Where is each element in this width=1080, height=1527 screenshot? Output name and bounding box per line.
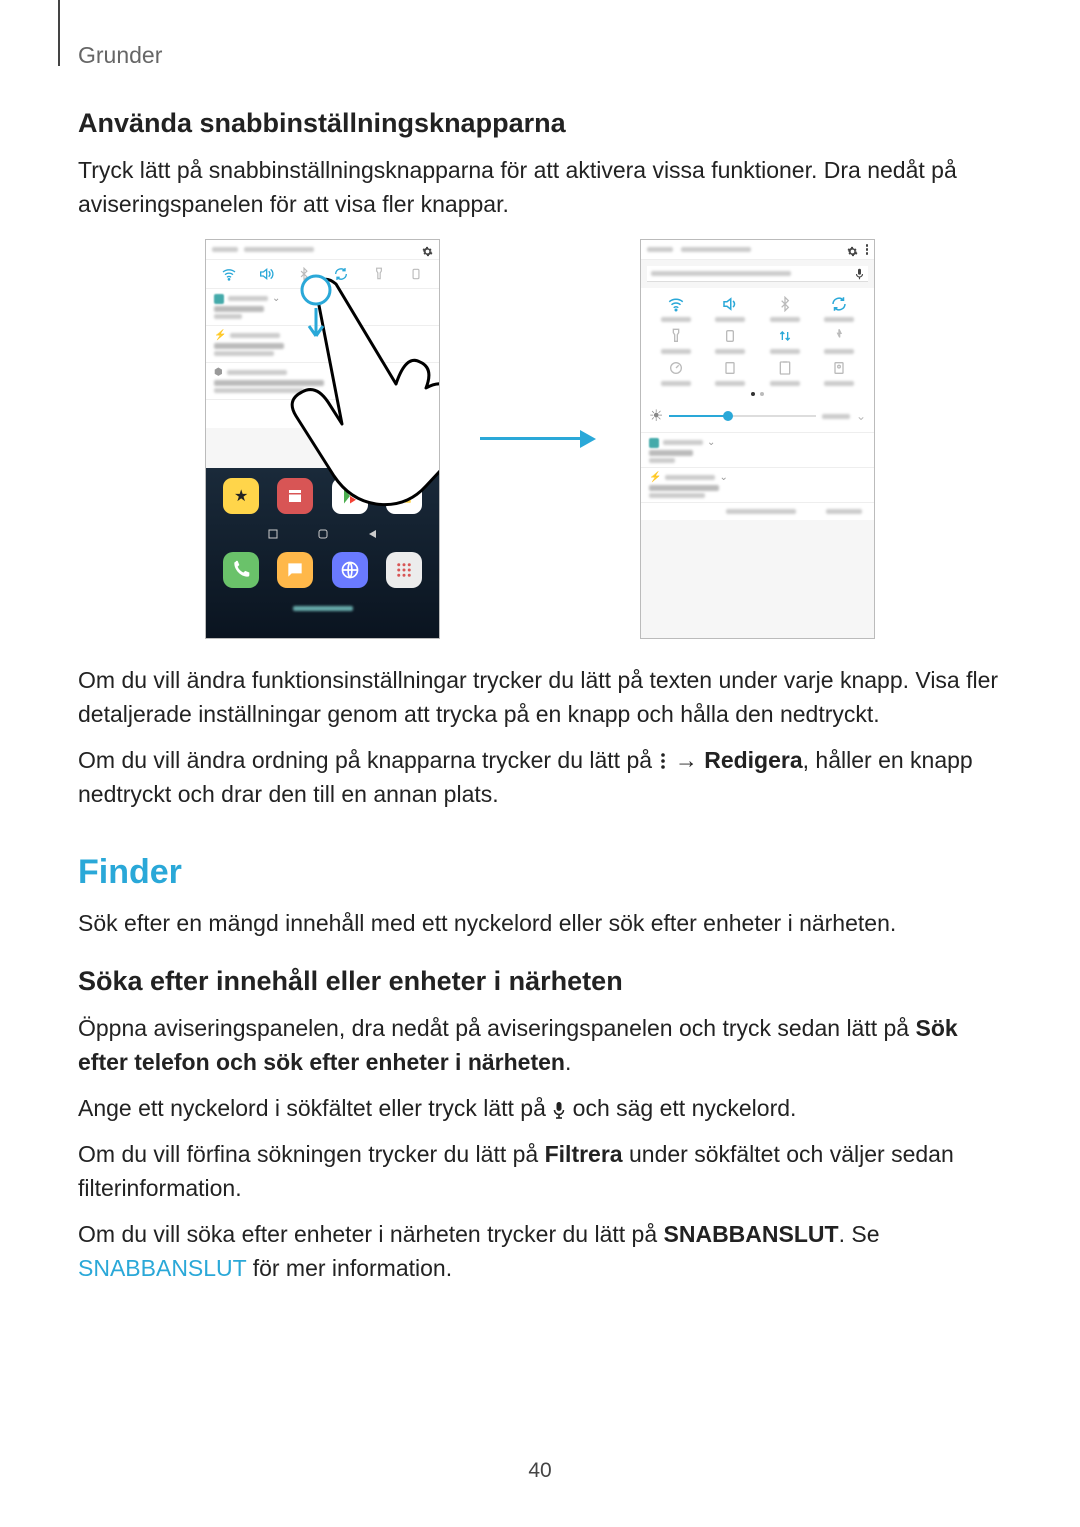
brightness-slider bbox=[669, 415, 816, 417]
page-content: Använda snabbinställningsknapparna Tryck… bbox=[78, 108, 1002, 1297]
bluetooth-icon bbox=[775, 294, 795, 314]
figure-row: ⌄ ⚡ ⬢ ★ bbox=[78, 239, 1002, 639]
nav-recent-icon bbox=[268, 526, 278, 536]
gear-icon bbox=[422, 244, 433, 255]
airplane-icon bbox=[720, 326, 740, 346]
section2-heading: Finder bbox=[78, 853, 1002, 892]
bluetooth-icon bbox=[295, 266, 313, 282]
page-number: 40 bbox=[0, 1459, 1080, 1483]
more-icon bbox=[866, 244, 869, 255]
section2-para3: Ange ett nyckelord i sökfältet eller try… bbox=[78, 1091, 1002, 1125]
dnd-icon bbox=[775, 358, 795, 378]
app-icon bbox=[277, 478, 313, 514]
section1-heading: Använda snabbinställningsknapparna bbox=[78, 108, 1002, 139]
rotate-icon bbox=[829, 294, 849, 314]
dock-message-icon bbox=[277, 552, 313, 588]
section1-para3: Om du vill ändra ordning på knapparna tr… bbox=[78, 743, 1002, 811]
wifi-icon bbox=[220, 266, 238, 282]
wifi-icon bbox=[666, 294, 686, 314]
section2-para1: Sök efter en mängd innehåll med ett nyck… bbox=[78, 906, 1002, 940]
app-icon bbox=[386, 478, 422, 514]
figure-phone-left: ⌄ ⚡ ⬢ ★ bbox=[205, 239, 440, 639]
data-icon bbox=[775, 326, 795, 346]
pager-dots bbox=[641, 388, 874, 400]
rotate-icon bbox=[332, 266, 350, 282]
flashlight-icon bbox=[370, 266, 388, 282]
sound-icon bbox=[257, 266, 275, 282]
app-icon: ★ bbox=[223, 478, 259, 514]
snabbanslut-link[interactable]: SNABBANSLUT bbox=[78, 1255, 246, 1281]
section2-para4: Om du vill förfina sökningen trycker du … bbox=[78, 1137, 1002, 1205]
breadcrumb: Grunder bbox=[78, 42, 162, 69]
mic-icon bbox=[855, 268, 864, 280]
dock-browser-icon bbox=[332, 552, 368, 588]
gear-icon bbox=[847, 244, 858, 255]
nav-back-icon bbox=[368, 526, 378, 536]
brightness-icon: ☀ bbox=[649, 406, 663, 426]
dock-phone-icon bbox=[223, 552, 259, 588]
bluelight-icon bbox=[720, 358, 740, 378]
location-icon bbox=[829, 358, 849, 378]
section1-para2: Om du vill ändra funktionsinställningar … bbox=[78, 663, 1002, 731]
performance-icon bbox=[666, 358, 686, 378]
app-icon bbox=[332, 478, 368, 514]
dock-apps-icon bbox=[386, 552, 422, 588]
flashlight-icon bbox=[666, 326, 686, 346]
nav-home-icon bbox=[318, 526, 328, 536]
airplane-icon bbox=[407, 266, 425, 282]
section2-subhead: Söka efter innehåll eller enheter i närh… bbox=[78, 966, 1002, 997]
section1-para1: Tryck lätt på snabbinställningsknapparna… bbox=[78, 153, 1002, 221]
mic-icon bbox=[552, 1094, 566, 1112]
powersave-icon bbox=[829, 326, 849, 346]
sound-icon bbox=[720, 294, 740, 314]
chevron-down-icon: ⌄ bbox=[856, 409, 866, 423]
figure-phone-right: ☀ ⌄ ⌄ ⚡⌄ bbox=[640, 239, 875, 639]
section2-para5: Om du vill söka efter enheter i närheten… bbox=[78, 1217, 1002, 1285]
header-rule bbox=[58, 0, 60, 66]
arrow-right-icon bbox=[480, 429, 600, 449]
section2-para2: Öppna aviseringspanelen, dra nedåt på av… bbox=[78, 1011, 1002, 1079]
more-icon bbox=[658, 745, 668, 763]
